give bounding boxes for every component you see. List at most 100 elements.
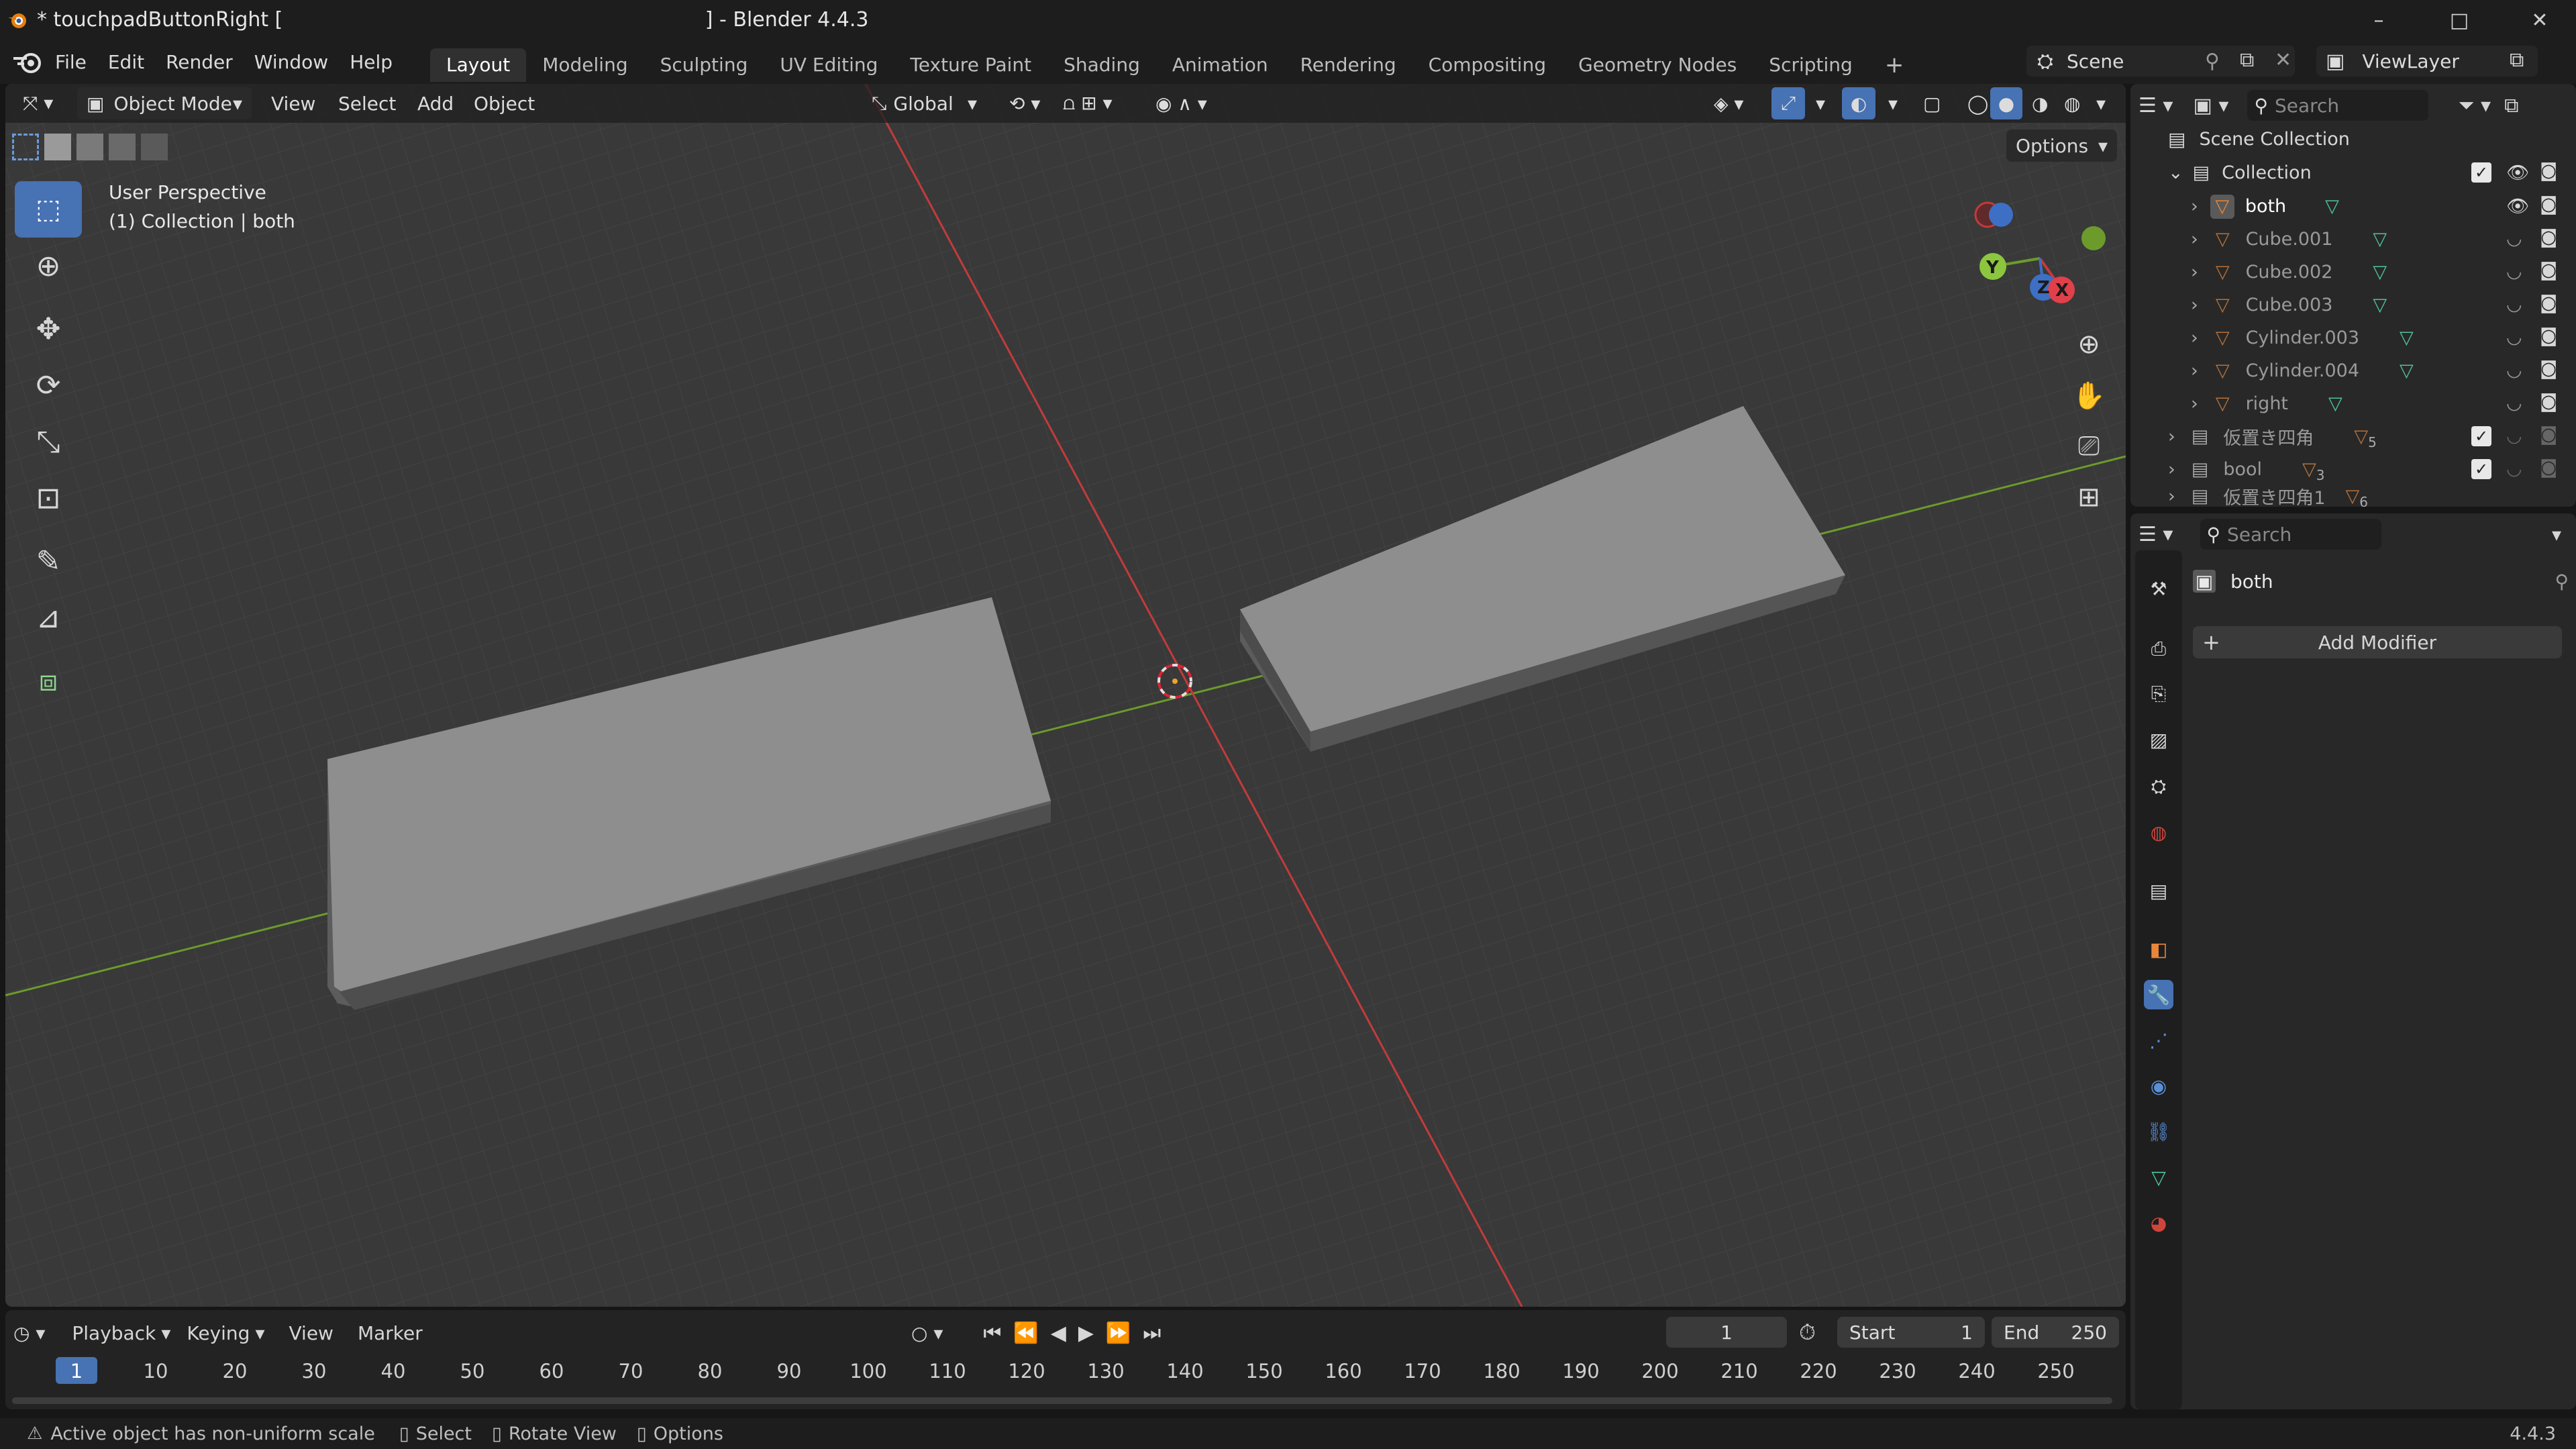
stopwatch-icon[interactable]: ⏱ <box>1799 1319 1816 1346</box>
new-view-layer-icon[interactable]: ⧉ <box>2510 48 2524 72</box>
chevron-right-icon[interactable]: › <box>2168 486 2175 507</box>
add-modifier-button[interactable]: + Add Modifier <box>2193 626 2562 658</box>
menu-file[interactable]: File <box>44 40 97 84</box>
outliner-search-input[interactable]: ⚲ Search <box>2247 90 2429 121</box>
viewport-options-dropdown[interactable]: Options ▾ <box>2006 130 2117 162</box>
select-subtract-icon[interactable] <box>76 134 103 160</box>
navigation-gizmo[interactable]: Y Z X <box>1966 195 2114 322</box>
select-new-icon[interactable] <box>12 134 39 160</box>
tab-object[interactable]: ◧ <box>2144 934 2173 964</box>
visibility-icon[interactable]: ◈ ▾ <box>1704 87 1753 119</box>
chevron-right-icon[interactable]: › <box>2168 426 2175 447</box>
eye-closed-icon[interactable]: ◡ <box>2506 360 2522 381</box>
exclude-checkbox[interactable]: ✓ <box>2471 162 2491 183</box>
tab-view-layer[interactable]: ▨ <box>2144 725 2173 754</box>
chevron-right-icon[interactable]: › <box>2191 262 2198 283</box>
tab-collection[interactable]: ▤ <box>2144 876 2173 905</box>
outliner-object-row[interactable]: › ▽ Cylinder.004 ▽ ◡ ◙ <box>2130 354 2576 387</box>
mesh-data-icon[interactable]: ▽ <box>2325 196 2339 217</box>
scene-selector[interactable]: ⛭ Scene <box>2026 46 2295 77</box>
tab-constraints[interactable]: ⛓ <box>2144 1117 2173 1146</box>
editor-type-icon[interactable]: ◷ ▾ <box>13 1322 45 1344</box>
tab-layout[interactable]: Layout <box>430 48 527 82</box>
mesh-data-icon[interactable]: ▽ <box>2373 229 2387 250</box>
eye-icon[interactable]: 👁 <box>2506 162 2529 183</box>
end-frame-field[interactable]: End 250 <box>1992 1317 2119 1348</box>
filter-mode-icon[interactable]: ▣ ▾ <box>2194 94 2229 117</box>
scale-tool[interactable]: ⤡ <box>15 413 82 470</box>
play-reverse-icon[interactable]: ◀ <box>1051 1321 1066 1345</box>
pin-icon[interactable]: ⚲ <box>2205 50 2220 73</box>
menu-window[interactable]: Window <box>244 40 339 84</box>
next-keyframe-icon[interactable]: ⏩ <box>1106 1321 1131 1345</box>
eye-closed-icon[interactable]: ◡ <box>2506 228 2522 249</box>
measure-tool[interactable]: ⊿ <box>15 589 82 646</box>
menu-render[interactable]: Render <box>155 40 244 84</box>
filter-icon[interactable]: ⏷ ▾ <box>2458 94 2491 117</box>
camera-icon[interactable]: ◙ <box>2540 358 2557 379</box>
delete-scene-icon[interactable]: ✕ <box>2275 48 2291 72</box>
tab-modeling[interactable]: Modeling <box>526 48 643 82</box>
close-button[interactable]: ✕ <box>2503 0 2576 40</box>
outliner-object-row[interactable]: › ▽ Cylinder.003 ▽ ◡ ◙ <box>2130 321 2576 354</box>
camera-icon[interactable]: ◙ <box>2540 293 2557 313</box>
view-layer-selector[interactable]: ▣ ViewLayer <box>2316 46 2538 77</box>
chevron-down-icon[interactable]: ▾ <box>1806 87 1835 119</box>
editor-type-icon[interactable]: ☰ ▾ <box>2139 523 2173 546</box>
eye-icon[interactable]: 👁 <box>2506 195 2529 217</box>
tab-scripting[interactable]: Scripting <box>1753 48 1869 82</box>
viewport-menu-object[interactable]: Object <box>464 87 544 119</box>
camera-icon[interactable]: ◙ <box>2540 326 2557 346</box>
new-scene-icon[interactable]: ⧉ <box>2240 48 2254 72</box>
eye-closed-icon[interactable]: ◡ <box>2506 261 2522 282</box>
mesh-data-icon[interactable]: ▽ <box>2400 328 2414 348</box>
gizmo-toggle-icon[interactable]: ⤢ <box>1771 87 1805 119</box>
overlay-toggle-icon[interactable]: ◐ <box>1842 87 1875 119</box>
viewport-menu-select[interactable]: Select <box>329 87 405 119</box>
chevron-down-icon[interactable]: ▾ <box>2087 87 2115 119</box>
snap-icon[interactable]: ⩍ ⊞ ▾ <box>1053 87 1122 119</box>
outliner-object-row[interactable]: › ▽ right ▽ ◡ ◙ <box>2130 387 2576 420</box>
eye-closed-icon[interactable]: ◡ <box>2506 327 2522 348</box>
chevron-down-icon[interactable]: ▾ <box>2552 523 2561 546</box>
mesh-data-icon[interactable]: ▽ <box>2400 360 2414 381</box>
auto-key-icon[interactable]: ○ ▾ <box>911 1322 943 1344</box>
chevron-right-icon[interactable]: › <box>2191 196 2198 217</box>
mode-dropdown[interactable]: ▣ Object Mode ▾ <box>77 87 252 119</box>
camera-icon[interactable]: ◙ <box>2540 160 2557 181</box>
tab-material[interactable]: ◕ <box>2144 1208 2173 1238</box>
select-intersect-icon[interactable] <box>141 134 168 160</box>
zoom-icon[interactable]: ⊕ <box>2067 322 2111 366</box>
rotate-tool[interactable]: ⟳ <box>15 357 82 413</box>
tab-animation[interactable]: Animation <box>1156 48 1284 82</box>
camera-icon[interactable]: ◙ <box>2540 424 2557 445</box>
maximize-button[interactable]: □ <box>2422 0 2496 40</box>
tab-sculpting[interactable]: Sculpting <box>644 48 764 82</box>
tab-tool[interactable]: ⚒ <box>2144 574 2173 603</box>
display-mode-icon[interactable]: ☰ ▾ <box>2139 94 2173 117</box>
outliner-collection-row[interactable]: ⌄ ▤ Collection ✓ 👁 ◙ <box>2130 156 2576 189</box>
select-invert-icon[interactable] <box>109 134 136 160</box>
solid-shading-icon[interactable]: ● <box>1990 87 2022 119</box>
select-extend-icon[interactable] <box>44 134 71 160</box>
start-frame-field[interactable]: Start 1 <box>1837 1317 1985 1348</box>
cursor-tool[interactable]: ⊕ <box>15 238 82 294</box>
timeline-menu-view[interactable]: View <box>289 1322 333 1344</box>
timeline-menu-playback[interactable]: Playback <box>72 1322 156 1344</box>
pin-icon[interactable]: ⚲ <box>2555 570 2569 593</box>
chevron-right-icon[interactable]: › <box>2168 459 2175 480</box>
exclude-checkbox[interactable]: ✓ <box>2471 459 2491 479</box>
chevron-down-icon[interactable]: ⌄ <box>2168 162 2183 183</box>
tab-rendering[interactable]: Rendering <box>1284 48 1412 82</box>
pan-hand-icon[interactable]: ✋ <box>2067 373 2111 417</box>
new-collection-icon[interactable]: ⧉ <box>2504 94 2518 117</box>
camera-icon[interactable]: ◙ <box>2540 227 2557 248</box>
pivot-point-icon[interactable]: ⟲ ▾ <box>1000 87 1049 119</box>
play-icon[interactable]: ▶ <box>1078 1321 1094 1345</box>
viewport-3d[interactable] <box>5 84 2126 1307</box>
tab-geometry-nodes[interactable]: Geometry Nodes <box>1562 48 1753 82</box>
chevron-right-icon[interactable]: › <box>2191 295 2198 315</box>
eye-closed-icon[interactable]: ◡ <box>2506 426 2522 446</box>
tab-scene[interactable]: ⛭ <box>2144 772 2173 801</box>
timeline-scrollbar[interactable] <box>12 1397 2112 1404</box>
